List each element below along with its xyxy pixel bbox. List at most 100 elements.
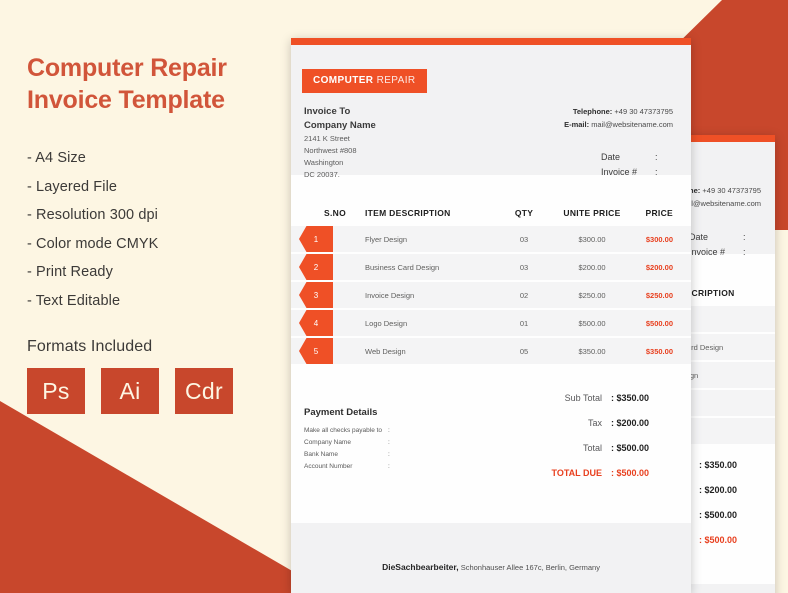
feature-item: - Layered File (27, 178, 118, 195)
cell-price: $250.00 (645, 290, 673, 300)
meta-row-date: Date : (601, 150, 673, 165)
telephone-label: Telephone: (572, 107, 613, 116)
email-value: mail@websitename.com (591, 120, 673, 130)
cell-qty: 05 (779, 427, 788, 436)
totals-label: Total (582, 443, 602, 453)
header-qty: QTY (514, 208, 534, 218)
format-badge-coreldraw: Cdr (175, 368, 233, 414)
cell-unit-price: $500.00 (578, 318, 606, 328)
payment-detail-label: Bank Name (304, 451, 338, 459)
meta-label: Date (689, 232, 709, 242)
totals-value: : $500.00 (699, 535, 738, 545)
header-unit-price: UNITE PRICE (563, 208, 621, 218)
cell-unit-price: $350.00 (578, 346, 606, 356)
totals-value: : $500.00 (611, 468, 650, 478)
feature-item: - Print Ready (27, 264, 113, 280)
payment-detail-row: Account Number : (304, 461, 494, 473)
cell-qty: 01 (519, 318, 529, 328)
payment-detail-colon: : (388, 451, 390, 459)
title-line-1: Computer Repair (27, 54, 227, 82)
meta-label: Date (601, 152, 621, 162)
payment-detail-label: Make all checks payable to (304, 427, 383, 434)
totals-value: : $350.00 (611, 393, 650, 403)
feature-item: - A4 Size (27, 150, 86, 166)
cell-unit-price: $200.00 (578, 262, 606, 272)
feature-item: - Color mode CMYK (27, 235, 159, 252)
totals-label: Tax (587, 418, 602, 428)
row-number-badge: 3 (299, 282, 333, 308)
cell-price: $500.00 (645, 318, 673, 328)
email-label: E-mail: (564, 120, 590, 130)
cell-description: Logo Design (365, 318, 408, 328)
payment-details-block: Payment Details Make all checks payable … (304, 407, 494, 473)
cell-price: $200.00 (645, 262, 673, 272)
header-sno: S.NO (324, 208, 346, 218)
bill-to-company: Company Name (304, 119, 376, 131)
row-number-badge: 5 (299, 338, 333, 364)
cell-qty: 03 (519, 234, 529, 244)
sheet-body: COMPUTER REPAIR Invoice To Company Name … (291, 45, 691, 593)
feature-list: - A4 Size - Layered File - Resolution 30… (27, 144, 277, 315)
totals-row-total: Total : $500.00 (463, 443, 673, 453)
table-header-row: S.NO ITEM DESCRIPTION QTY UNITE PRICE PR… (291, 200, 691, 226)
totals-value: : $500.00 (611, 443, 650, 453)
header-price: PRICE (645, 208, 673, 218)
totals-value: : $200.00 (699, 485, 738, 495)
payment-detail-colon: : (388, 463, 390, 471)
title-line-2: Invoice Template (27, 86, 225, 114)
payment-detail-label: Account Number (304, 463, 353, 471)
row-number-badge: 2 (299, 254, 333, 280)
cell-qty: 03 (519, 262, 529, 272)
table-row: 1 Flyer Design 03 $300.00 $300.00 (291, 226, 691, 252)
logo-word-secondary: REPAIR (376, 75, 416, 86)
bill-to-address-line: Washington (304, 157, 344, 167)
header-qty: QTY (779, 288, 788, 298)
meta-colon: : (655, 166, 658, 177)
payment-detail-row: Company Name : (304, 437, 494, 449)
footer-address: Schonhauser Allee 167c, Berlin, Germany (458, 563, 600, 572)
row-number-badge: 4 (299, 310, 333, 336)
cell-qty: 01 (779, 399, 788, 408)
totals-value: : $350.00 (699, 460, 738, 470)
payment-detail-row: Bank Name : (304, 449, 494, 461)
cell-description: Business Card Design (365, 262, 440, 272)
cell-description: Flyer Design (365, 234, 408, 244)
payment-detail-colon: : (388, 439, 390, 447)
preview-canvas: Computer Repair Invoice Template - A4 Si… (0, 0, 788, 593)
cell-qty: 05 (519, 346, 529, 356)
format-badge-illustrator: Ai (101, 368, 159, 414)
cell-description: Invoice Design (365, 290, 415, 300)
brand-logo: COMPUTER REPAIR (302, 69, 427, 93)
cell-price: $350.00 (645, 346, 673, 356)
bill-to-address-line: DC 20037. (304, 169, 340, 179)
bill-to-address-line: 2141 K Street (304, 133, 350, 143)
contact-block: Telephone: +49 30 47373795 E-mail: mail@… (564, 105, 673, 131)
totals-row-tax: Tax : $200.00 (463, 418, 673, 428)
promo-panel: Computer Repair Invoice Template - A4 Si… (27, 52, 277, 414)
meta-colon: : (743, 246, 746, 257)
totals-row-total-due: TOTAL DUE : $500.00 (463, 468, 673, 478)
table-row: 3 Invoice Design 02 $250.00 $250.00 (291, 282, 691, 308)
cell-qty: 03 (779, 343, 788, 352)
cell-qty: 02 (779, 371, 788, 380)
bill-to-block: Invoice To Company Name 2141 K Street No… (304, 105, 376, 181)
totals-row-subtotal: Sub Total : $350.00 (463, 393, 673, 403)
table-row: 4 Logo Design 01 $500.00 $500.00 (291, 310, 691, 336)
cell-unit-price: $300.00 (578, 234, 606, 244)
cell-price: $300.00 (645, 234, 673, 244)
row-number-badge: 1 (299, 226, 333, 252)
telephone-value: +49 30 47373795 (702, 186, 761, 195)
totals-value: : $200.00 (611, 418, 650, 428)
feature-item: - Resolution 300 dpi (27, 207, 158, 223)
table-row: 2 Business Card Design 03 $200.00 $200.0… (291, 254, 691, 280)
meta-row-date: Date : (689, 230, 761, 245)
format-badge-group: Ps Ai Cdr (27, 368, 277, 414)
header-description: ITEM DESCRIPTION (365, 208, 451, 218)
cell-description: Web Design (365, 346, 406, 356)
meta-colon: : (655, 152, 658, 162)
email-value: mail@websitename.com (679, 199, 761, 209)
invoice-footer: DieSachbearbeiter, Schonhauser Allee 167… (291, 562, 691, 572)
telephone-value: +49 30 47373795 (614, 107, 673, 116)
footer-company: DieSachbearbeiter, (382, 562, 459, 572)
invoice-meta-block: Date : Invoice # : (601, 150, 673, 180)
